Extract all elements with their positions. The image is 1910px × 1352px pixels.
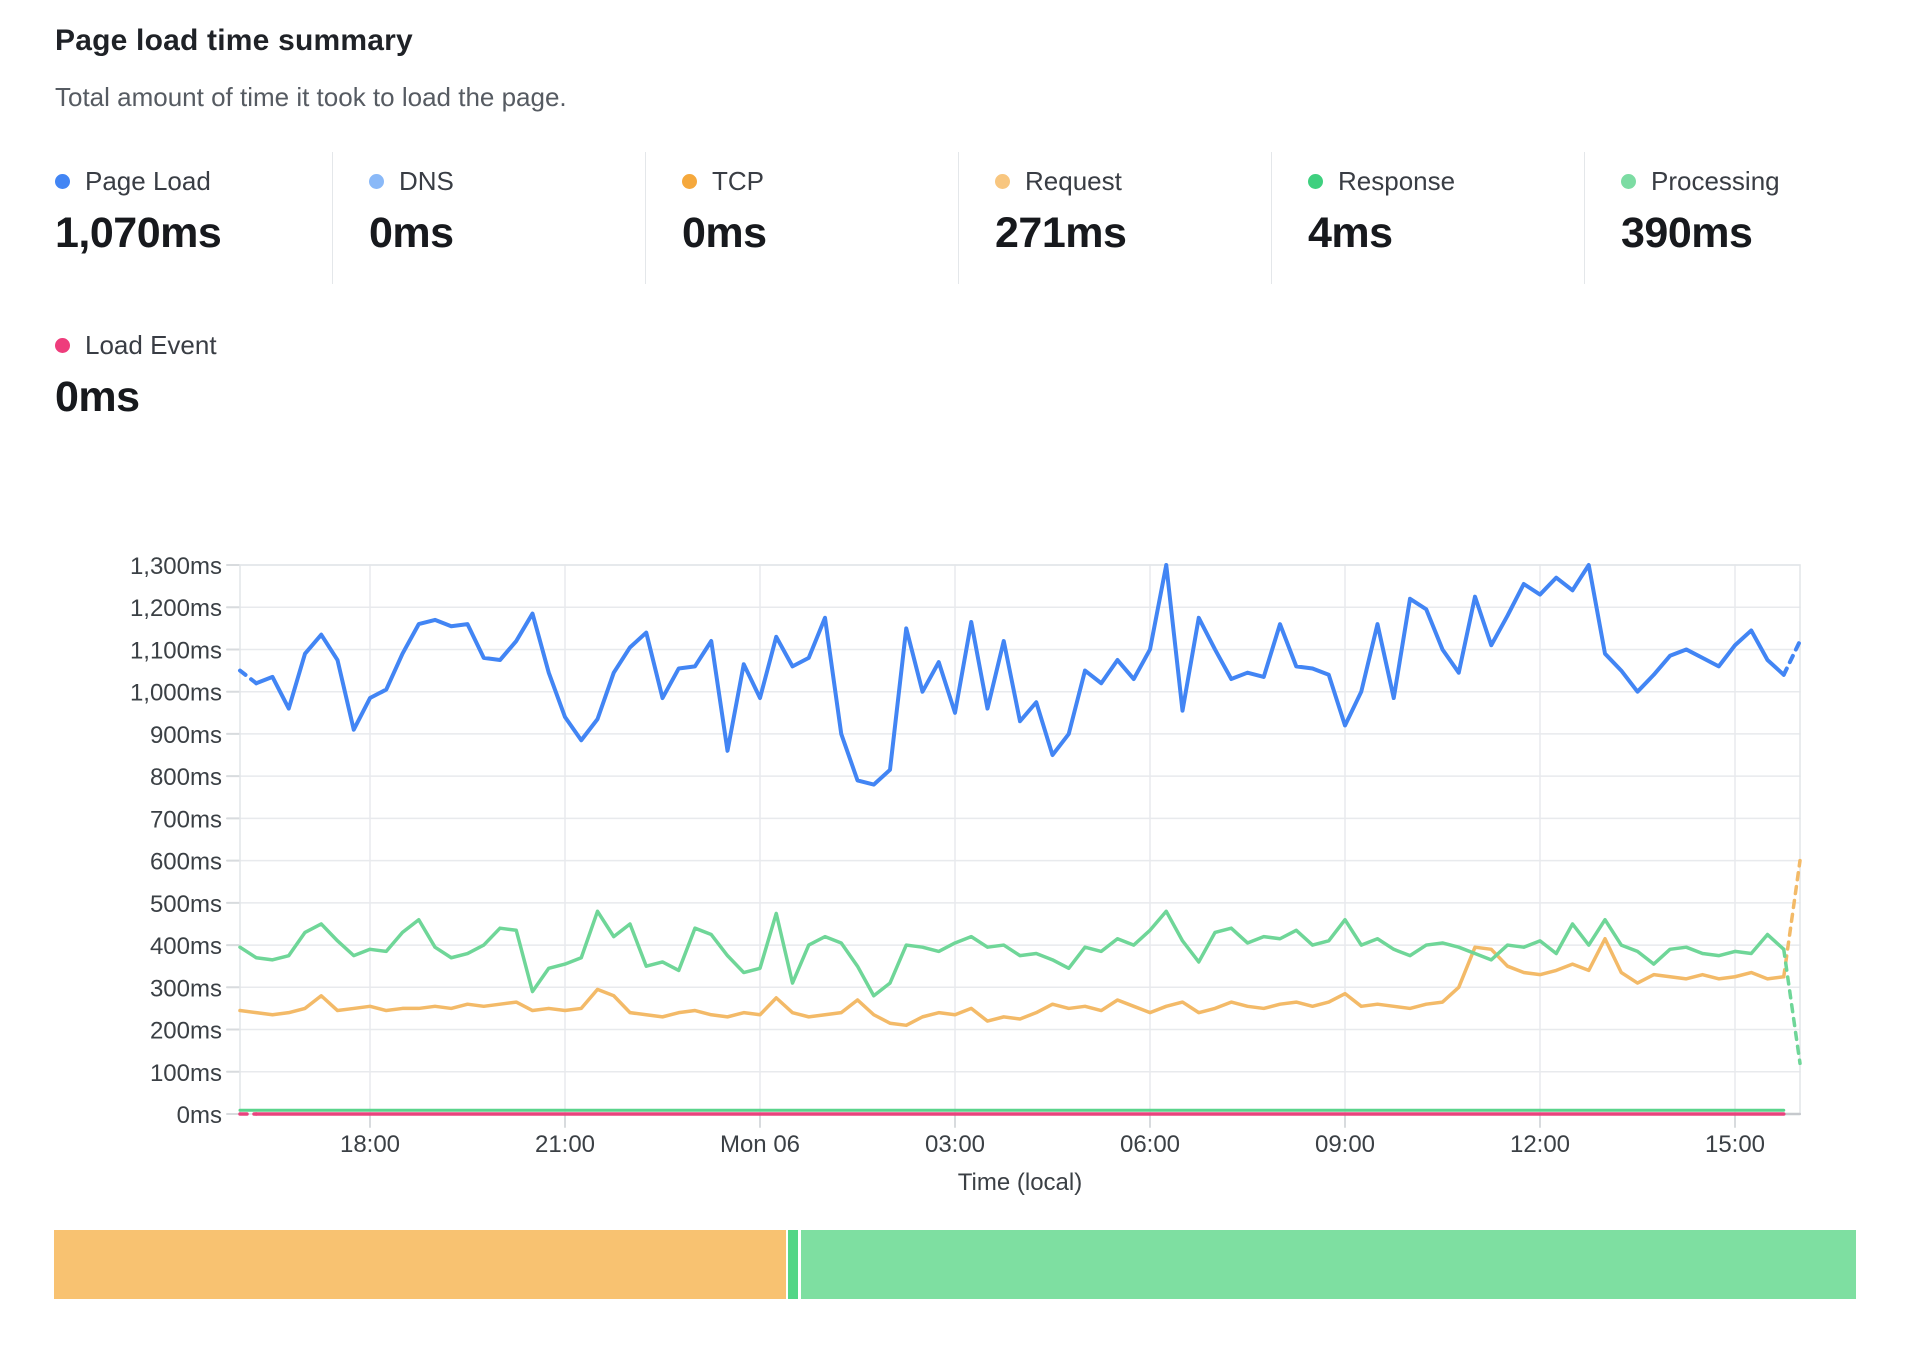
stat-value: 271ms (995, 209, 1271, 258)
stat-label: Response (1338, 166, 1455, 197)
stat-label: DNS (399, 166, 454, 197)
svg-text:300ms: 300ms (150, 975, 222, 1002)
page-subtitle: Total amount of time it took to load the… (55, 82, 567, 113)
stat-value: 0ms (369, 209, 645, 258)
stat-value: 1,070ms (55, 209, 332, 258)
processing-legend-dot-icon (1621, 174, 1636, 189)
stat-value: 4ms (1308, 209, 1584, 258)
stat-label: Load Event (85, 330, 217, 361)
svg-text:15:00: 15:00 (1705, 1131, 1765, 1158)
svg-text:Mon 06: Mon 06 (720, 1131, 800, 1158)
response-legend-dot-icon (1308, 174, 1323, 189)
svg-text:18:00: 18:00 (340, 1131, 400, 1158)
stat-value: 390ms (1621, 209, 1897, 258)
stat-request[interactable]: Request 271ms (958, 152, 1271, 284)
svg-text:09:00: 09:00 (1315, 1131, 1375, 1158)
page-load-summary-panel: Page load time summary Total amount of t… (0, 0, 1910, 1352)
stat-processing[interactable]: Processing 390ms (1584, 152, 1897, 284)
tcp-legend-dot-icon (682, 174, 697, 189)
status-segment-passing[interactable] (801, 1230, 1856, 1299)
svg-text:0ms: 0ms (177, 1102, 222, 1129)
x-axis-title: Time (local) (958, 1169, 1082, 1196)
load-time-chart-canvas[interactable]: 0ms 100ms 200ms 300ms 400ms 500ms 600ms 700ms 80… (0, 540, 1910, 1240)
svg-text:500ms: 500ms (150, 891, 222, 918)
svg-text:1,000ms: 1,000ms (130, 680, 222, 707)
series-processing (240, 911, 1784, 995)
stat-response[interactable]: Response 4ms (1271, 152, 1584, 284)
request-legend-dot-icon (995, 174, 1010, 189)
svg-text:900ms: 900ms (150, 722, 222, 749)
stat-value: 0ms (55, 373, 217, 422)
load-time-chart[interactable]: 0ms 100ms 200ms 300ms 400ms 500ms 600ms 700ms 80… (0, 540, 1910, 1240)
stat-label: Request (1025, 166, 1122, 197)
svg-text:700ms: 700ms (150, 806, 222, 833)
status-segment-degraded[interactable] (54, 1230, 786, 1299)
svg-text:06:00: 06:00 (1120, 1131, 1180, 1158)
svg-text:600ms: 600ms (150, 849, 222, 876)
series-page-load (256, 565, 1784, 785)
stat-dns[interactable]: DNS 0ms (332, 152, 645, 284)
stat-page-load[interactable]: Page Load 1,070ms (55, 152, 332, 284)
svg-text:800ms: 800ms (150, 764, 222, 791)
stat-label: TCP (712, 166, 764, 197)
stat-label: Page Load (85, 166, 211, 197)
svg-text:12:00: 12:00 (1510, 1131, 1570, 1158)
svg-text:1,300ms: 1,300ms (130, 553, 222, 580)
stat-load-event[interactable]: Load Event 0ms (55, 330, 217, 422)
status-segment-passing[interactable] (788, 1230, 798, 1299)
stat-label: Processing (1651, 166, 1780, 197)
svg-text:21:00: 21:00 (535, 1131, 595, 1158)
svg-text:200ms: 200ms (150, 1018, 222, 1045)
svg-text:1,100ms: 1,100ms (130, 637, 222, 664)
status-bar[interactable] (54, 1230, 1856, 1299)
svg-text:100ms: 100ms (150, 1060, 222, 1087)
stat-tcp[interactable]: TCP 0ms (645, 152, 958, 284)
dns-legend-dot-icon (369, 174, 384, 189)
page-title: Page load time summary (55, 24, 413, 58)
metric-summary-row: Page Load 1,070ms DNS 0ms TCP 0ms Reques… (55, 152, 1897, 284)
svg-text:400ms: 400ms (150, 933, 222, 960)
svg-text:03:00: 03:00 (925, 1131, 985, 1158)
stat-value: 0ms (682, 209, 958, 258)
page-load-legend-dot-icon (55, 174, 70, 189)
svg-text:1,200ms: 1,200ms (130, 595, 222, 622)
load-event-legend-dot-icon (55, 338, 70, 353)
